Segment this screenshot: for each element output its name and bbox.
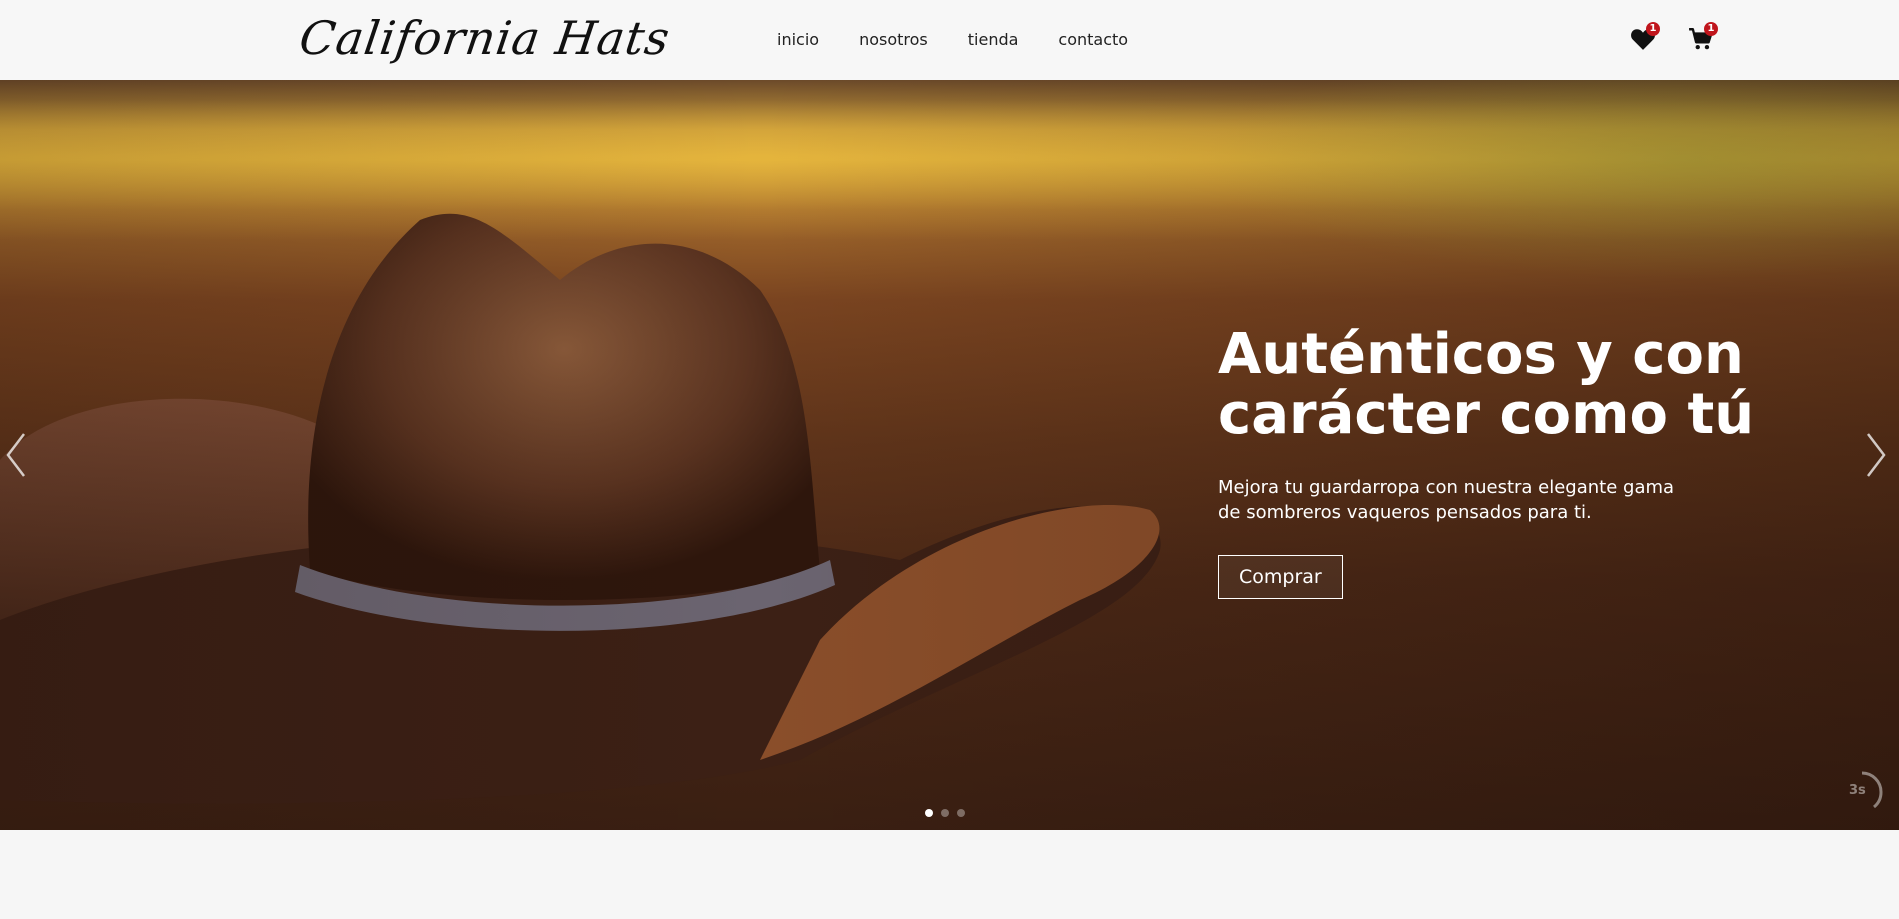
autoplay-timer-label: 3s xyxy=(1849,783,1866,798)
chevron-right-icon xyxy=(1867,433,1886,477)
site-logo[interactable]: California Hats xyxy=(296,8,674,68)
slider-dot-2[interactable] xyxy=(941,809,949,817)
wishlist-button[interactable]: 1 xyxy=(1628,22,1660,52)
hero-subtitle: Mejora tu guardarropa con nuestra elegan… xyxy=(1218,477,1675,523)
nav-inicio[interactable]: inicio xyxy=(777,30,819,49)
nav-nosotros[interactable]: nosotros xyxy=(859,30,928,49)
shop-button[interactable]: Comprar xyxy=(1218,555,1343,599)
hero-title-line-2: carácter como tú xyxy=(1218,382,1755,447)
slider-dot-3[interactable] xyxy=(957,809,965,817)
slider-prev-button[interactable] xyxy=(2,430,32,480)
hero-title-line-1: Auténticos y con xyxy=(1218,322,1744,387)
chevron-left-icon xyxy=(6,433,25,477)
slider-dot-1[interactable] xyxy=(925,809,933,817)
nav-contacto[interactable]: contacto xyxy=(1058,30,1128,49)
cart-button[interactable]: 1 xyxy=(1686,22,1718,52)
wishlist-count-badge: 1 xyxy=(1646,22,1660,36)
slider-pagination xyxy=(925,809,965,817)
nav-tienda[interactable]: tienda xyxy=(968,30,1019,49)
main-nav: inicio nosotros tienda contacto xyxy=(777,30,1128,49)
hero-title: Auténticos y con carácter como tú xyxy=(1218,325,1778,445)
site-header: California Hats inicio nosotros tienda c… xyxy=(0,0,1899,80)
hero-content: Auténticos y con carácter como tú Mejora… xyxy=(1218,325,1778,599)
cart-count-badge: 1 xyxy=(1704,22,1718,36)
slider-next-button[interactable] xyxy=(1860,430,1890,480)
hero-slider: Auténticos y con carácter como tú Mejora… xyxy=(0,80,1899,830)
